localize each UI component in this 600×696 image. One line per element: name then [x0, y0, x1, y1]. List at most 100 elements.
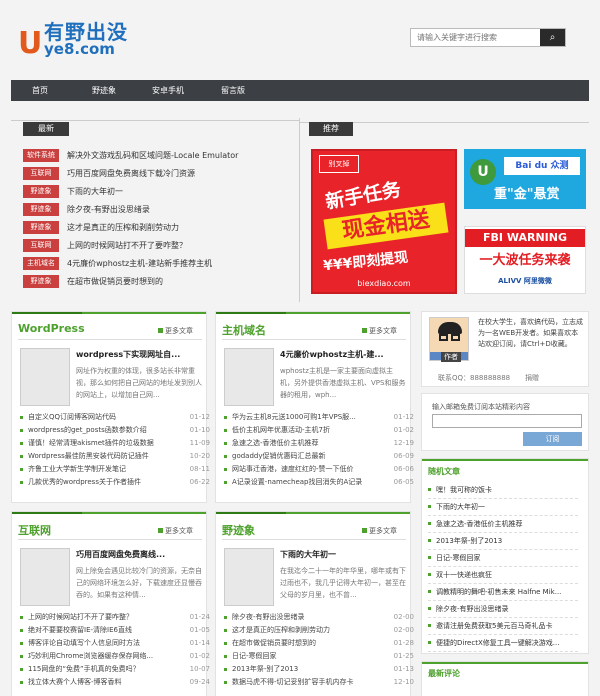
post-thumbnail[interactable] [224, 348, 274, 406]
latest-item-title[interactable]: 这才是真正的压榨和剥削劳动力 [67, 221, 179, 234]
random-item[interactable]: 调教精明的舞吧-初售未来 Halfne Mik... [428, 583, 578, 601]
latest-item[interactable]: 互联网 巧用百度网盘免费离线下载冷门资源 [23, 167, 303, 181]
list-item[interactable]: A记录设置-namecheap找回消失的A记录 06-05 [224, 476, 414, 488]
list-item[interactable]: 博客评论自动填写个人信息同时方法 01-14 [20, 637, 210, 649]
email-input[interactable] [432, 414, 582, 428]
list-item[interactable]: wordpress的get_posts函数参数介绍 01-10 [20, 424, 210, 436]
ad-alivv[interactable]: FBI WARNING 一大波任务来袭 ALIVV 阿里微微 [464, 226, 586, 294]
category-tag[interactable]: 野迹象 [23, 185, 59, 198]
list-item-title[interactable]: 115网盘的“免费”手机真的免费吗？ [28, 663, 140, 675]
random-item-title[interactable]: 除夕夜-有野出没思绪录 [436, 600, 509, 618]
list-item-title[interactable]: 急速之选-香港低价主机推荐 [232, 437, 319, 449]
list-item[interactable]: 日记-寒假回家 01-25 [224, 650, 414, 662]
list-item[interactable]: 绝对不要要校赛留IE-清除IE6直线 01-05 [20, 624, 210, 636]
list-item-title[interactable]: 2013年祭-别了2013 [232, 663, 298, 675]
list-item-title[interactable]: 低价主机网年优惠活动-主机7折 [232, 424, 330, 436]
more-link[interactable]: 更多文章 [362, 326, 397, 336]
list-item[interactable]: 上网的时候网站打不开了要咋整？ 01-24 [20, 611, 210, 623]
search-button[interactable]: ⌕ [540, 29, 565, 46]
latest-item[interactable]: 野迹象 除夕夜-有野出没思绪录 [23, 203, 303, 217]
subscribe-button[interactable]: 订阅 [523, 432, 582, 446]
more-link[interactable]: 更多文章 [158, 526, 193, 536]
list-item[interactable]: 115网盘的“免费”手机真的免费吗？ 10-07 [20, 663, 210, 675]
list-item[interactable]: 2013年祭-别了2013 01-13 [224, 663, 414, 675]
latest-item[interactable]: 互联网 上网的时候网站打不开了要咋整？ [23, 239, 303, 253]
post-thumbnail[interactable] [20, 548, 70, 606]
list-item[interactable]: 除夕夜-有野出没思绪录 02-00 [224, 611, 414, 623]
random-item-title[interactable]: 下雨的大年初一 [436, 498, 485, 516]
donate-link[interactable]: 捐赠 [525, 373, 539, 383]
section-title[interactable]: 互联网 [18, 522, 51, 538]
random-item[interactable]: 邀请注册免费获取5美元百马奇礼品卡 [428, 617, 578, 635]
more-link[interactable]: 更多文章 [158, 326, 193, 336]
post-title[interactable]: 下雨的大年初一 [280, 549, 336, 560]
latest-item-title[interactable]: 除夕夜-有野出没思绪录 [67, 203, 150, 216]
list-item[interactable]: 网站事迁香港，速度红红的-赞一下低价 06-06 [224, 463, 414, 475]
random-item-title[interactable]: 邀请注册免费获取5美元百马奇礼品卡 [436, 617, 552, 635]
list-item[interactable]: 在超市做促销员要时想到的 01-28 [224, 637, 414, 649]
ad-baidu[interactable]: U Bai du 众测 重"金"悬赏 [464, 149, 586, 209]
list-item[interactable]: 华为云主机8元送1000可购1年VPS服... 01-12 [224, 411, 414, 423]
section-title[interactable]: 主机域名 [222, 322, 266, 338]
random-item-title[interactable]: 调教精明的舞吧-初售未来 Halfne Mik... [436, 583, 561, 601]
random-item-title[interactable]: 2013年祭-别了2013 [436, 532, 502, 550]
latest-item[interactable]: 野迹象 下雨的大年初一 [23, 185, 303, 199]
list-item[interactable]: 低价主机网年优惠活动-主机7折 01-02 [224, 424, 414, 436]
nav-home[interactable]: 首页 [32, 80, 48, 101]
random-item[interactable]: 急速之选-香港低价主机推荐 [428, 515, 578, 533]
random-item[interactable]: 2013年祭-别了2013 [428, 532, 578, 550]
list-item-title[interactable]: 华为云主机8元送1000可购1年VPS服... [232, 411, 356, 423]
section-title[interactable]: 野迹象 [222, 522, 255, 538]
list-item-title[interactable]: 齐鲁工业大学新生学制开发笔记 [28, 463, 126, 475]
nav-android[interactable]: 安卓手机 [152, 80, 184, 101]
latest-item-title[interactable]: 巧用百度网盘免费离线下载冷门资源 [67, 167, 195, 180]
category-tag[interactable]: 野迹象 [23, 221, 59, 234]
latest-item-title[interactable]: 下雨的大年初一 [67, 185, 123, 198]
random-item[interactable]: 除夕夜-有野出没思绪录 [428, 600, 578, 618]
post-title[interactable]: 巧用百度网盘免费离线... [76, 549, 165, 560]
latest-item[interactable]: 野迹象 这才是真正的压榨和剥削劳动力 [23, 221, 303, 235]
category-tag[interactable]: 软件系统 [23, 149, 59, 162]
post-title[interactable]: wordpress下实现网址自... [76, 349, 180, 360]
list-item-title[interactable]: 这才是真正的压榨和剥削劳动力 [232, 624, 330, 636]
list-item-title[interactable]: 找立体大赛个人博客-博客香料 [28, 676, 122, 688]
random-item-title[interactable]: 双十一快递也疯狂 [436, 566, 492, 584]
latest-item-title[interactable]: 4元廉价wphostz主机-建站新手推荐主机 [67, 257, 212, 270]
random-item[interactable]: 便捷的DirectX修复工具一键解决游戏... [428, 634, 578, 652]
list-item-title[interactable]: godaddy促销优惠码汇总最新 [232, 450, 326, 462]
random-item[interactable]: 双十一快递也疯狂 [428, 566, 578, 584]
latest-item-title[interactable]: 上网的时候网站打不开了要咋整？ [67, 239, 187, 252]
category-tag[interactable]: 野迹象 [23, 203, 59, 216]
category-tag[interactable]: 野迹象 [23, 275, 59, 288]
list-item-title[interactable]: wordpress的get_posts函数参数介绍 [28, 424, 147, 436]
search-input[interactable] [411, 29, 541, 46]
random-item[interactable]: 日记-寒假回家 [428, 549, 578, 567]
random-item[interactable]: 下雨的大年初一 [428, 498, 578, 516]
list-item[interactable]: 数据马虎不得-切记妥别扩容手机内存卡 12-10 [224, 676, 414, 688]
post-thumbnail[interactable] [224, 548, 274, 606]
random-item-title[interactable]: 便捷的DirectX修复工具一键解决游戏... [436, 634, 559, 652]
list-item[interactable]: 急速之选-香港低价主机推荐 12-19 [224, 437, 414, 449]
list-item[interactable]: 找立体大赛个人博客-博客香料 09-24 [20, 676, 210, 688]
list-item-title[interactable]: 谨慎！经常清理akismet插件的垃圾数据 [28, 437, 154, 449]
list-item-title[interactable]: 绝对不要要校赛留IE-清除IE6直线 [28, 624, 132, 636]
category-tag[interactable]: 主机域名 [23, 257, 59, 270]
latest-item-title[interactable]: 在超市做促销员要时想到的 [67, 275, 163, 288]
nav-guestbook[interactable]: 留言版 [221, 80, 245, 101]
list-item-title[interactable]: 数据马虎不得-切记妥别扩容手机内存卡 [232, 676, 354, 688]
list-item-title[interactable]: Wordpress最佳防黑安装代码防记插件 [28, 450, 149, 462]
latest-item[interactable]: 主机域名 4元廉价wphostz主机-建站新手推荐主机 [23, 257, 303, 271]
list-item-title[interactable]: 日记-寒假回家 [232, 650, 277, 662]
category-tag[interactable]: 互联网 [23, 167, 59, 180]
list-item-title[interactable]: 巧妙利用Chrome浏览器缓存保存网络... [28, 650, 153, 662]
list-item-title[interactable]: A记录设置-namecheap找回消失的A记录 [232, 476, 362, 488]
list-item[interactable]: 巧妙利用Chrome浏览器缓存保存网络... 01-02 [20, 650, 210, 662]
list-item[interactable]: 谨慎！经常清理akismet插件的垃圾数据 11-09 [20, 437, 210, 449]
list-item[interactable]: godaddy促销优惠码汇总最新 06-09 [224, 450, 414, 462]
list-item-title[interactable]: 除夕夜-有野出没思绪录 [232, 611, 305, 623]
ad-biexdiao[interactable]: 别叉掉 新手任务 现金相送 ¥¥¥即刻提现 biexdiao.com [311, 149, 457, 294]
random-item-title[interactable]: 嘿！我可称的饭卡 [436, 481, 492, 499]
post-title[interactable]: 4元廉价wphostz主机-建... [280, 349, 384, 360]
more-link[interactable]: 更多文章 [362, 526, 397, 536]
latest-item[interactable]: 野迹象 在超市做促销员要时想到的 [23, 275, 303, 289]
